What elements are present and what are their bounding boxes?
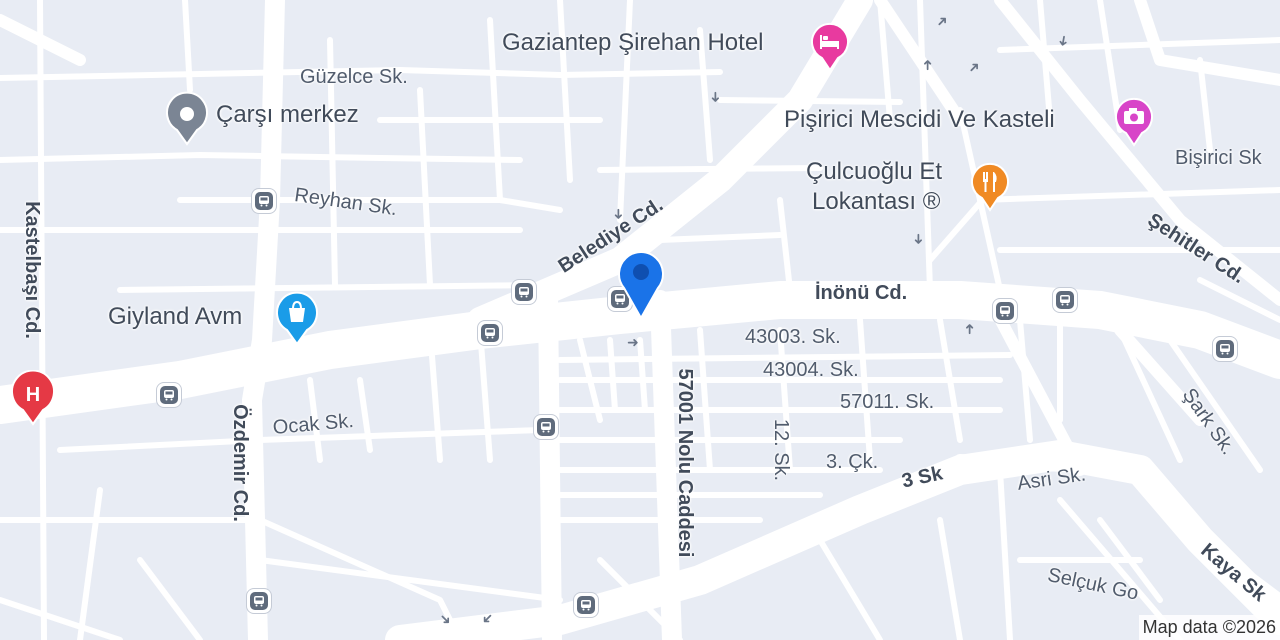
bus-stop-icon[interactable] xyxy=(478,321,502,345)
street-label-12-sk: 12. Sk. xyxy=(770,418,792,482)
one-way-arrow-icon: ➜ xyxy=(910,233,927,245)
poi-label-hotel[interactable]: Gaziantep Şirehan Hotel xyxy=(502,31,764,55)
map-view[interactable]: Güzelce Sk. Reyhan Sk. Kastelbaşı Cd. Be… xyxy=(0,0,1280,640)
poi-label-carsi-merkez[interactable]: Çarşı merkez xyxy=(216,103,359,127)
bus-stop-icon[interactable] xyxy=(157,383,181,407)
bed-icon[interactable] xyxy=(810,20,850,77)
camera-icon[interactable] xyxy=(1114,95,1154,152)
one-way-arrow-icon: ➜ xyxy=(918,59,935,71)
poi-label-culcuoglu-line1[interactable]: Çulcuoğlu Et xyxy=(806,160,942,184)
map-attribution[interactable]: Map data ©2026 xyxy=(1138,615,1280,640)
street-label-57011: 57011. Sk. xyxy=(840,391,935,413)
street-label-43004: 43004. Sk. xyxy=(763,359,859,381)
street-label-3-cik: 3. Çk. xyxy=(826,451,879,473)
bus-stop-icon[interactable] xyxy=(1053,288,1077,312)
one-way-arrow-icon: ➜ xyxy=(627,334,639,350)
street-label-ozdemir: Özdemir Cd. xyxy=(229,404,251,522)
fork-knife-icon[interactable] xyxy=(970,160,1010,217)
bus-stop-icon[interactable] xyxy=(247,589,271,613)
street-label-kastelbasi: Kastelbaşı Cd. xyxy=(21,201,43,339)
bus-stop-icon[interactable] xyxy=(574,593,598,617)
poi-label-giyland[interactable]: Giyland Avm xyxy=(108,305,242,329)
bus-stop-icon[interactable] xyxy=(534,415,558,439)
street-label-57001-nolu: 57001 Nolu Caddesi xyxy=(674,368,696,558)
bus-stop-icon[interactable] xyxy=(252,189,276,213)
street-label-guzelce: Güzelce Sk. xyxy=(300,66,408,88)
one-way-arrow-icon: ➜ xyxy=(1054,33,1073,49)
location-pin-icon[interactable] xyxy=(614,246,668,327)
bus-stop-icon[interactable] xyxy=(993,299,1017,323)
one-way-arrow-icon: ➜ xyxy=(960,323,977,335)
bus-stop-icon[interactable] xyxy=(512,280,536,304)
circle-pin-icon[interactable] xyxy=(165,90,209,151)
poi-label-culcuoglu-line2[interactable]: Lokantası ® xyxy=(812,190,940,214)
street-label-43003: 43003. Sk. xyxy=(745,326,841,348)
shopping-bag-icon[interactable] xyxy=(275,290,319,351)
svg-text:H: H xyxy=(26,384,40,406)
poi-label-pisirici[interactable]: Pişirici Mescidi Ve Kasteli xyxy=(784,108,1055,132)
bus-stop-icon[interactable] xyxy=(1213,337,1237,361)
street-label-inonu: İnönü Cd. xyxy=(815,282,908,304)
one-way-arrow-icon: ➜ xyxy=(707,91,724,103)
one-way-arrow-icon: ➜ xyxy=(610,208,627,220)
hospital-icon[interactable]: H xyxy=(10,369,56,431)
street-label-bisirici: Bişirici Sk xyxy=(1175,147,1262,169)
